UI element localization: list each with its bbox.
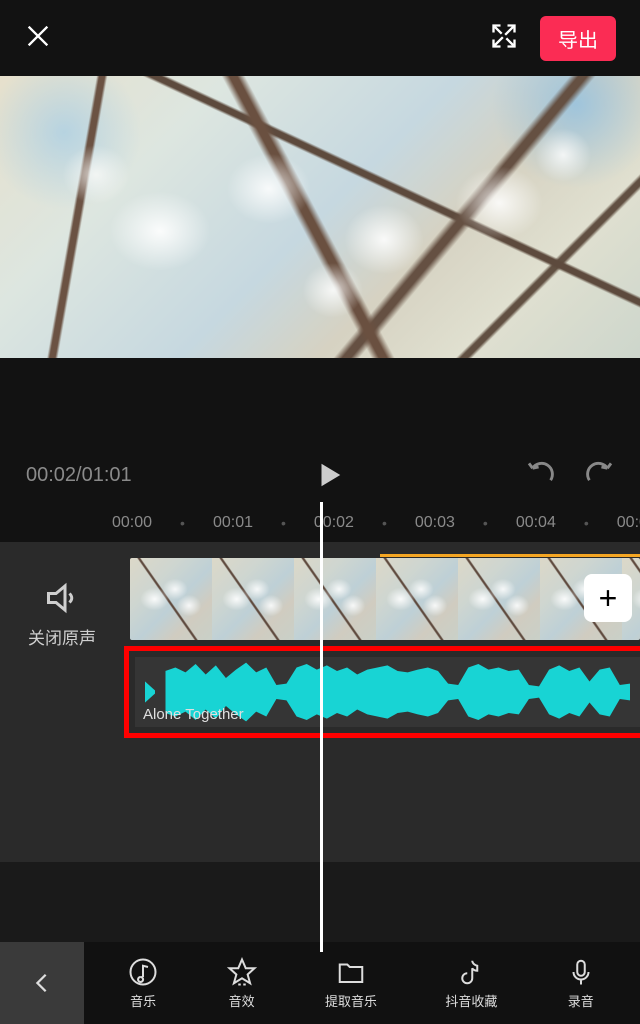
fullscreen-icon[interactable] — [490, 22, 518, 55]
ruler-tick: 00:00 — [112, 514, 152, 532]
redo-button[interactable] — [584, 461, 614, 490]
close-button[interactable] — [24, 22, 52, 55]
audio-track[interactable]: Alone Together — [135, 657, 640, 727]
player-controls: 00:02/01:01 — [0, 446, 640, 504]
add-clip-button[interactable]: + — [584, 574, 632, 622]
music-note-icon — [128, 957, 158, 987]
mute-original-button[interactable]: 关闭原声 — [0, 542, 124, 862]
spacer — [0, 358, 640, 446]
toolbar-music[interactable]: 音乐 — [128, 957, 158, 1010]
bottom-toolbar: 音乐 音效 提取音乐 抖音收藏 录音 — [0, 942, 640, 1024]
marker-line — [380, 554, 640, 557]
time-display: 00:02/01:01 — [26, 464, 132, 487]
video-thumbnail — [458, 558, 540, 640]
toolbar-label: 抖音收藏 — [445, 991, 497, 1010]
star-icon — [227, 957, 257, 987]
video-thumbnail — [294, 558, 376, 640]
export-button[interactable]: 导出 — [540, 16, 616, 61]
ruler-tick: 00:01 — [213, 514, 253, 532]
toolbar-record[interactable]: 录音 — [566, 957, 596, 1010]
toolbar-label: 录音 — [568, 991, 594, 1010]
toolbar-label: 提取音乐 — [325, 991, 377, 1010]
audio-track-name: Alone Together — [143, 706, 244, 723]
toolbar-soundfx[interactable]: 音效 — [227, 957, 257, 1010]
top-bar: 导出 — [0, 0, 640, 76]
video-thumbnail — [376, 558, 458, 640]
video-preview[interactable] — [0, 76, 640, 358]
toolbar-douyin-favorites[interactable]: 抖音收藏 — [445, 957, 497, 1010]
ruler-tick: 00:03 — [415, 514, 455, 532]
video-thumbnail — [212, 558, 294, 640]
toolbar-extract-audio[interactable]: 提取音乐 — [325, 957, 377, 1010]
undo-button[interactable] — [526, 461, 556, 490]
toolbar-label: 音效 — [229, 991, 255, 1010]
mute-label: 关闭原声 — [28, 624, 96, 649]
toolbar-label: 音乐 — [130, 991, 156, 1010]
play-button[interactable] — [132, 460, 526, 490]
video-track[interactable] — [130, 558, 640, 640]
video-thumbnail — [130, 558, 212, 640]
folder-icon — [336, 957, 366, 987]
back-button[interactable] — [0, 942, 84, 1024]
ruler-tick: 00:04 — [516, 514, 556, 532]
playhead[interactable] — [320, 502, 323, 952]
ruler-tick: 00:05 — [617, 514, 640, 532]
douyin-icon — [456, 957, 486, 987]
highlight-box: Alone Together — [124, 646, 640, 738]
timeline: 关闭原声 + Alone Together — [0, 542, 640, 862]
mic-icon — [566, 957, 596, 987]
